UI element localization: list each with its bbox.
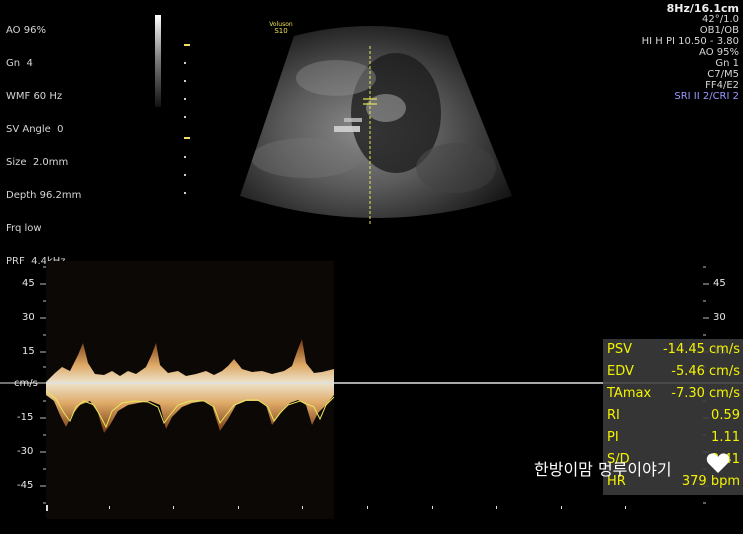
param-line: AO 96% (6, 25, 46, 36)
param-line: C7/M5 (707, 69, 739, 80)
bmode-image (240, 26, 512, 226)
depth-scale (184, 44, 190, 194)
velocity-unit-label: cm/s (14, 378, 38, 389)
scale-tick-label: 45 (22, 278, 35, 289)
scale-tick-label: -15 (17, 412, 34, 423)
measurement-label: TAmax (607, 386, 652, 401)
param-line: 42°/1.0 (702, 14, 739, 25)
scale-tick-label: 45 (713, 278, 726, 289)
frame-rate-depth: 8Hz/16.1cm (666, 2, 739, 15)
scale-tick-label: 15 (22, 346, 35, 357)
scan-parameters-right: 8Hz/16.1cm 42°/1.0 OB1/OB HI H PI 10.50 … (642, 3, 739, 102)
measurement-value: 0.59 (711, 408, 740, 423)
sri-setting: SRI II 2/CRI 2 (674, 91, 739, 102)
measurement-value: -7.30 cm/s (671, 386, 740, 401)
measurement-label: EDV (607, 364, 634, 379)
param-line: Gn 1 (715, 58, 739, 69)
param-line: Size 2.0mm (6, 157, 69, 168)
param-line: AO 95% (699, 47, 739, 58)
scale-tick-label: 30 (713, 312, 726, 323)
measurement-value: 379 bpm (681, 474, 740, 489)
watermark-text: 한방이맘 멍루이야기 (534, 460, 672, 479)
measurement-row: PI 1.11 (603, 427, 743, 449)
scale-tick-label: -45 (17, 480, 34, 491)
heart-icon (706, 453, 730, 473)
param-line: HI H PI 10.50 - 3.80 (641, 36, 739, 47)
scale-tick-label: -30 (17, 446, 34, 457)
measurement-value: -14.45 cm/s (662, 342, 740, 357)
param-line: Depth 96.2mm (6, 190, 82, 201)
measurement-row: TAmax -7.30 cm/s (603, 383, 743, 405)
param-line: Gn 4 (6, 58, 33, 69)
measurement-label: PI (607, 430, 619, 445)
measurement-label: RI (607, 408, 620, 423)
measurement-value: 1.11 (711, 430, 740, 445)
measurement-row: EDV -5.46 cm/s (603, 361, 743, 383)
param-line: WMF 60 Hz (6, 91, 63, 102)
grayscale-bar (155, 15, 161, 107)
param-line: SV Angle 0 (6, 124, 64, 135)
param-line: Frq low (6, 223, 42, 234)
measurement-label: PSV (607, 342, 632, 357)
scale-tick-label: 30 (22, 312, 35, 323)
measurement-row: RI 0.59 (603, 405, 743, 427)
param-line: OB1/OB (699, 25, 739, 36)
measurement-row: PSV -14.45 cm/s (603, 339, 743, 361)
param-line: FF4/E2 (705, 80, 739, 91)
measurement-value: -5.46 cm/s (671, 364, 740, 379)
scan-parameters-left: AO 96% Gn 4 WMF 60 Hz SV Angle 0 Size 2.… (6, 3, 81, 278)
